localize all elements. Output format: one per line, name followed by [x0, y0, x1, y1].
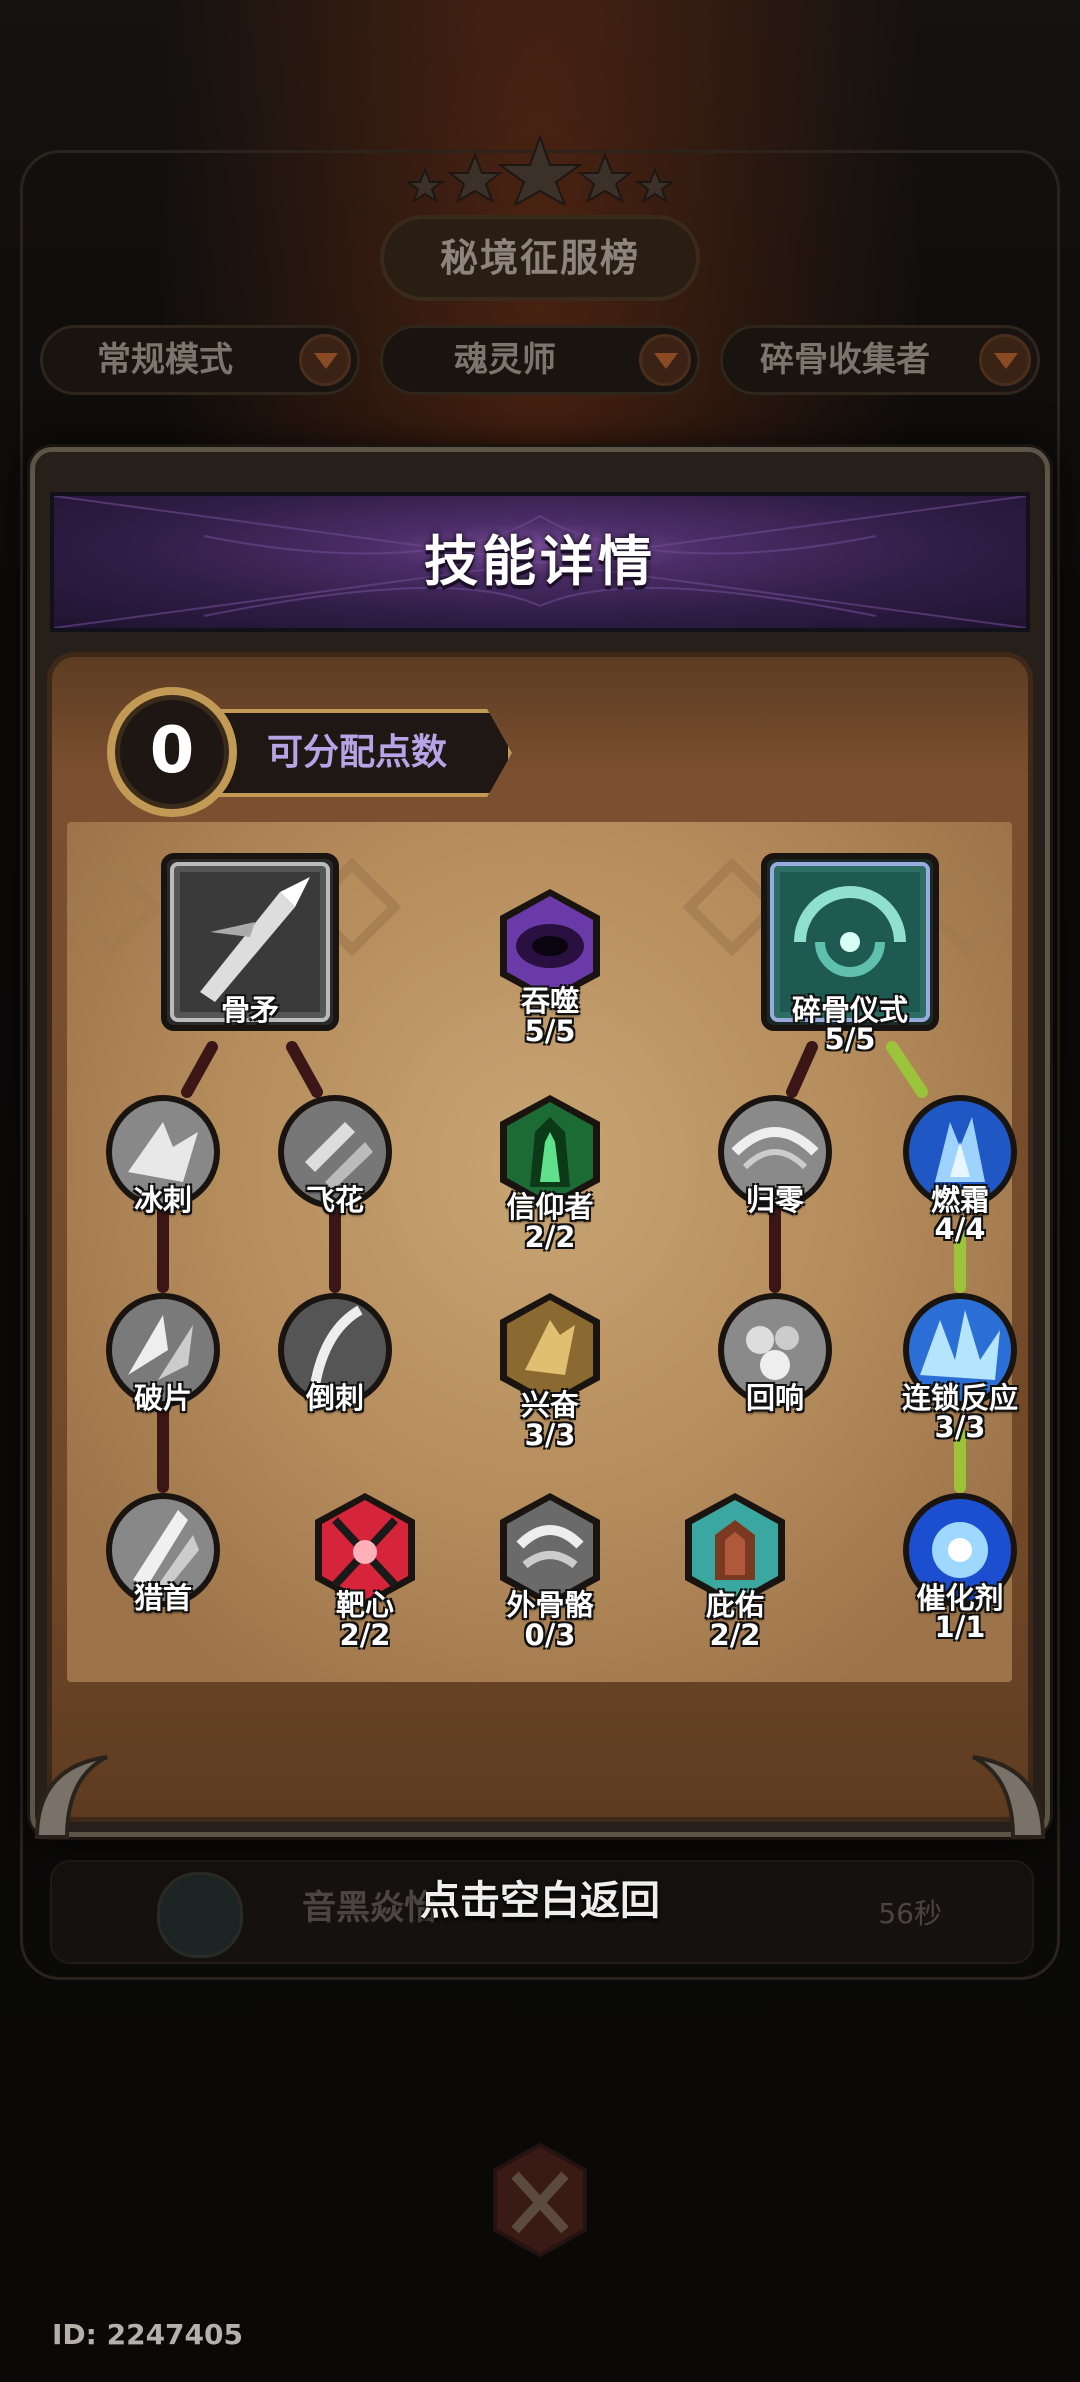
mode-dropdown[interactable]: 常规模式 — [40, 325, 360, 395]
skill-count: 5/5 — [824, 1022, 876, 1056]
class-dropdown-label: 魂灵师 — [454, 340, 556, 380]
modal-title: 技能详情 — [424, 530, 656, 593]
chevron-down-icon — [299, 334, 351, 386]
corner-ornament-icon — [34, 1755, 108, 1839]
skill-count: 2/2 — [524, 1220, 576, 1254]
skill-count: 2/2 — [709, 1618, 761, 1652]
skill-label: 冰刺 — [133, 1183, 192, 1217]
board-title: 秘境征服榜 — [380, 215, 700, 301]
corner-ornament-icon — [972, 1755, 1046, 1839]
skill-count: 1/1 — [934, 1610, 986, 1644]
available-points: 0 可分配点数 — [107, 687, 537, 822]
mode-dropdown-label: 常规模式 — [97, 340, 233, 380]
skill-details-modal: 技能详情 0 可分配点数 骨矛 吞噬 5/5 碎骨仪式 5/5 冰刺 飞花 信仰… — [30, 447, 1050, 1839]
chevron-down-icon — [639, 334, 691, 386]
skill-label: 猎首 — [133, 1581, 192, 1615]
skill-panel: 0 可分配点数 骨矛 吞噬 5/5 碎骨仪式 5/5 冰刺 飞花 信仰者 2/2… — [47, 652, 1033, 1822]
skill-label: 倒刺 — [305, 1381, 364, 1415]
skill-label: 归零 — [745, 1183, 804, 1217]
chevron-down-icon — [979, 334, 1031, 386]
skill-label: 回响 — [745, 1381, 804, 1415]
points-value: 0 — [107, 687, 237, 817]
skill-count: 4/4 — [934, 1212, 986, 1246]
tap-to-return-hint[interactable]: 点击空白返回 — [0, 1868, 1080, 1926]
skill-label: 骨矛 — [220, 993, 279, 1027]
class-dropdown[interactable]: 魂灵师 — [380, 325, 700, 395]
crossed-swords-icon — [493, 2142, 587, 2258]
stars-icon — [404, 135, 676, 205]
modal-header: 技能详情 — [50, 492, 1030, 632]
skill-label: 飞花 — [305, 1183, 364, 1217]
skill-count: 3/3 — [524, 1418, 576, 1452]
skill-label: 破片 — [133, 1381, 192, 1415]
build-dropdown[interactable]: 碎骨收集者 — [720, 325, 1040, 395]
skill-tree: 骨矛 吞噬 5/5 碎骨仪式 5/5 冰刺 飞花 信仰者 2/2 归零 燃霜 4… — [67, 822, 1018, 1682]
skill-count: 3/3 — [934, 1410, 986, 1444]
skill-count: 0/3 — [524, 1618, 576, 1652]
player-id: ID: 2247405 — [52, 2318, 243, 2351]
build-dropdown-label: 碎骨收集者 — [760, 340, 930, 380]
skill-count: 2/2 — [339, 1618, 391, 1652]
skill-count: 5/5 — [524, 1014, 576, 1048]
points-label: 可分配点数 — [267, 732, 448, 773]
